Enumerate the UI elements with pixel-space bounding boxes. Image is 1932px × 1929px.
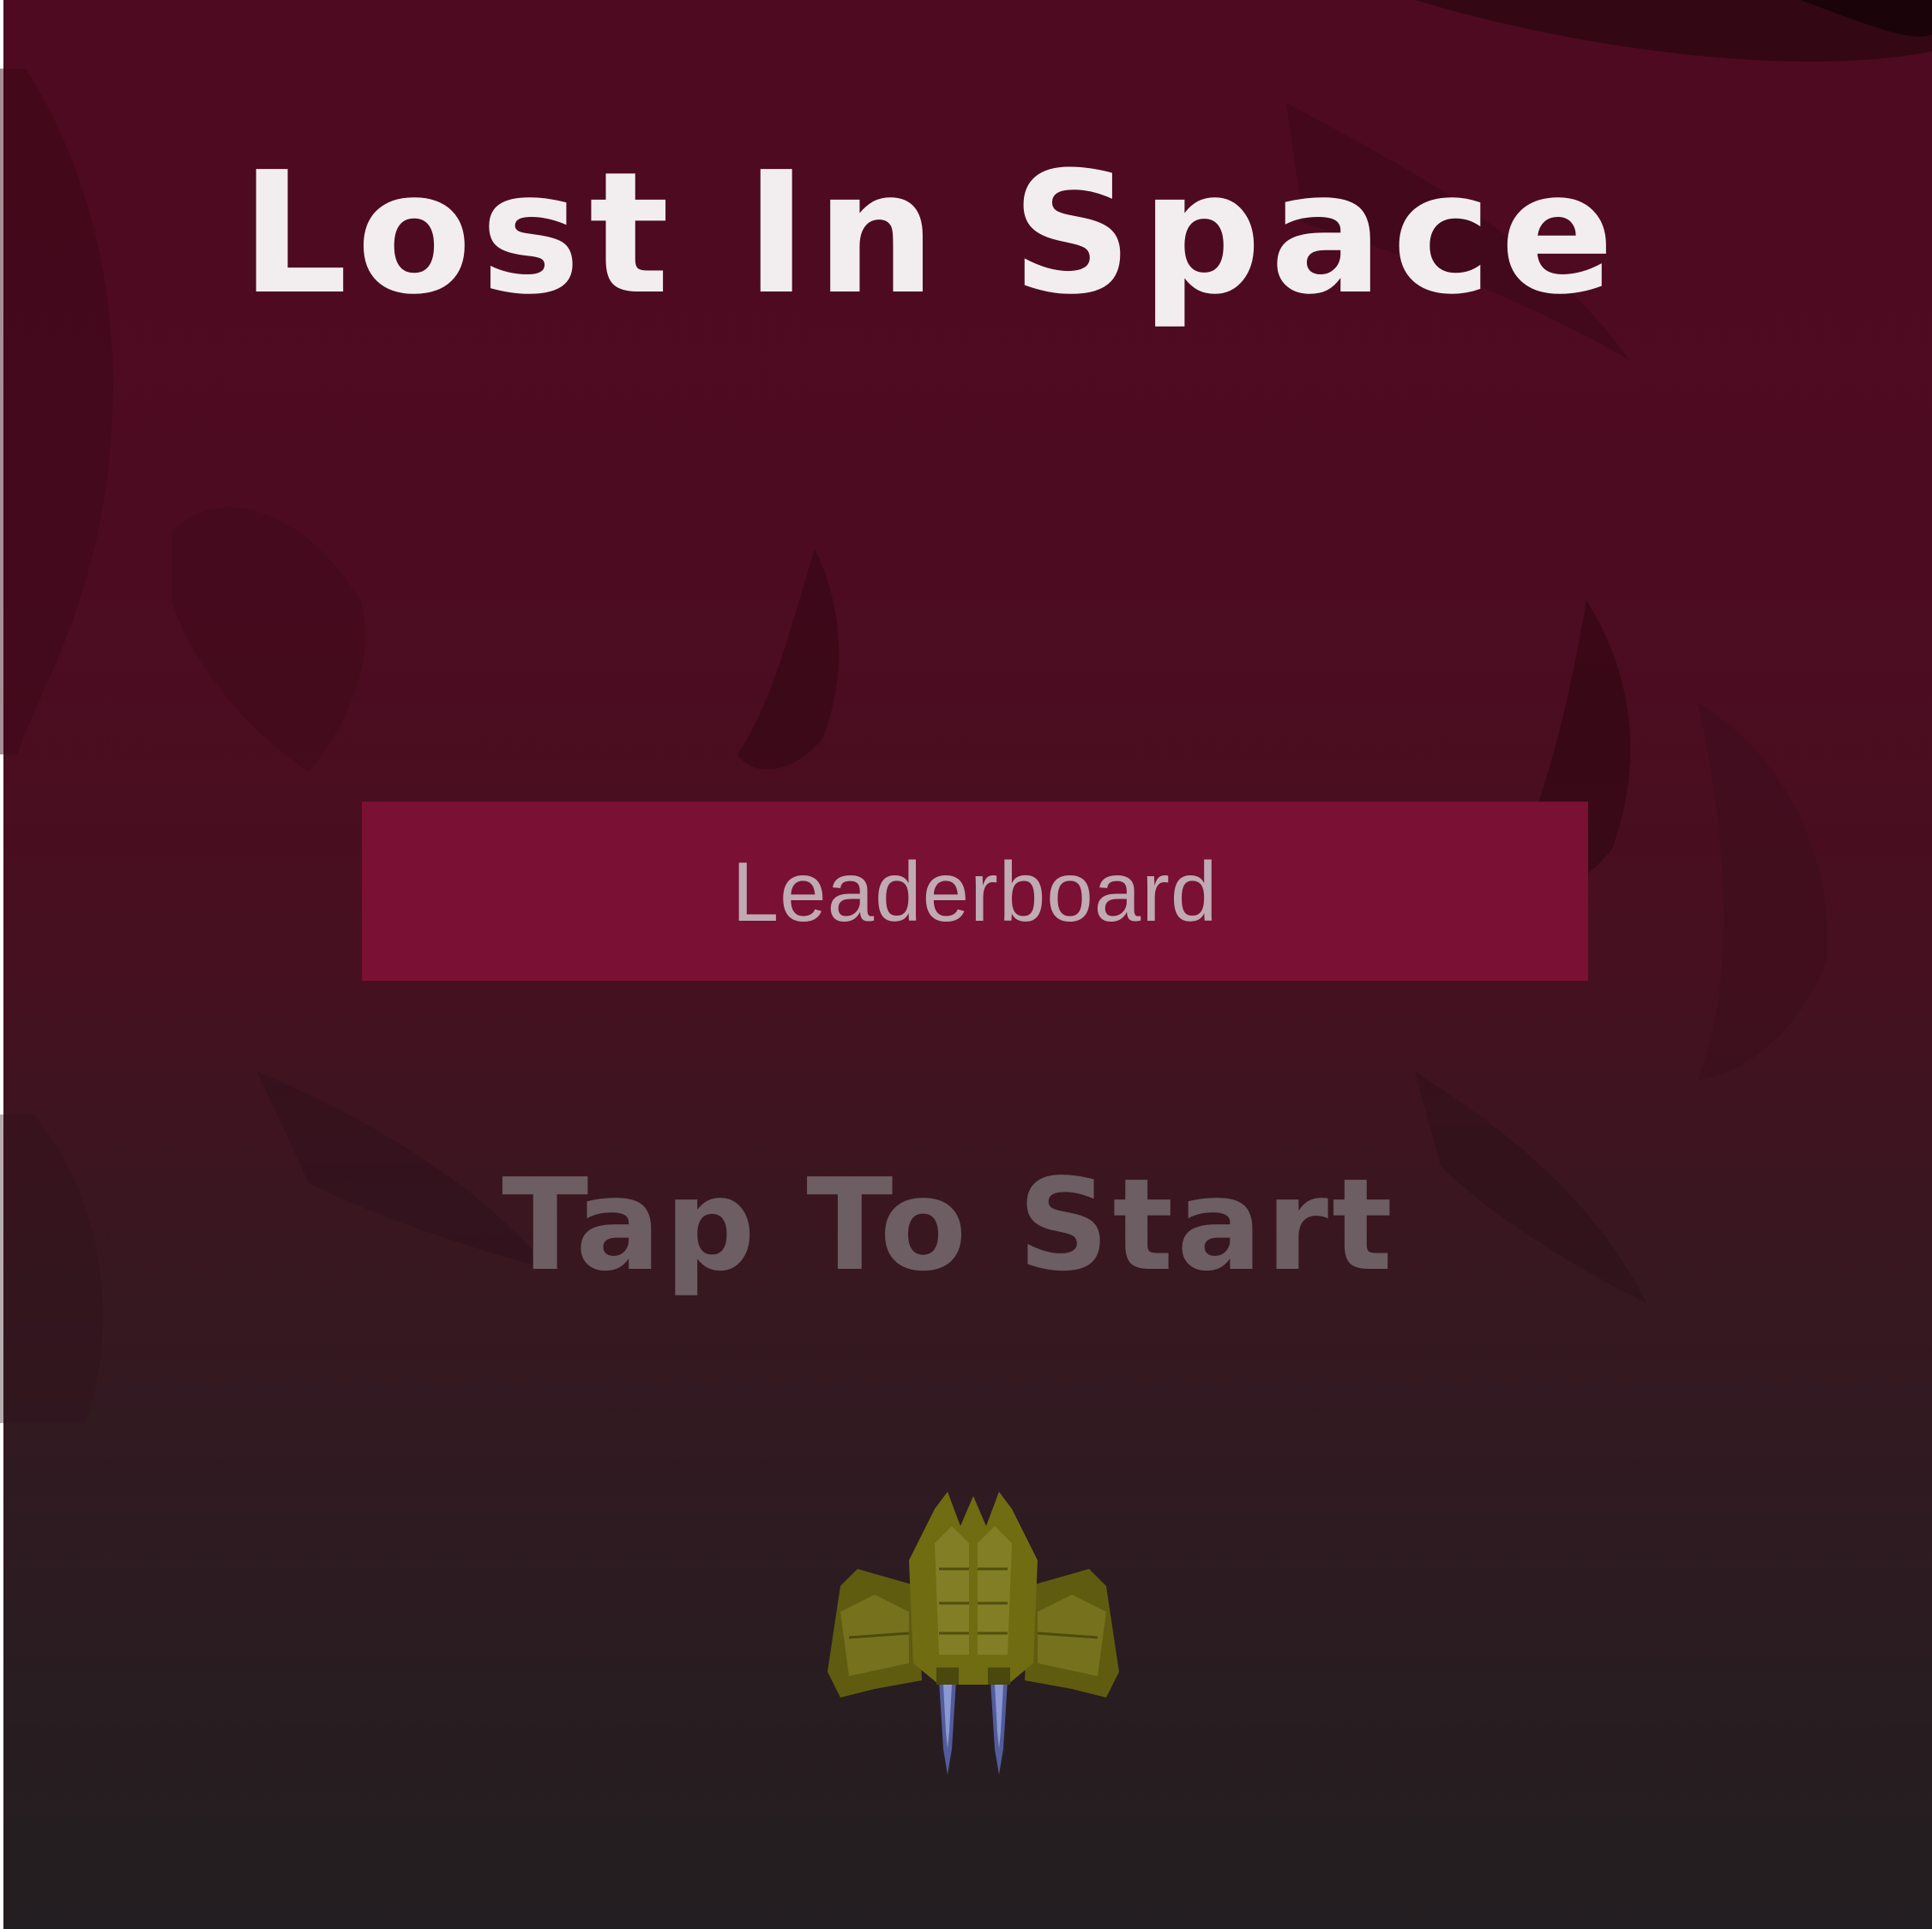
game-title: Lost In Space [240,136,1623,332]
tap-to-start-prompt[interactable]: Tap To Start [0,1162,1915,1289]
spaceship-icon [828,1492,1119,1775]
leaderboard-button[interactable]: Leaderboard [362,802,1588,981]
leaderboard-button-label: Leaderboard [731,844,1219,939]
game-start-screen[interactable]: Lost In Space Leaderboard Tap To Start [0,0,1932,1929]
